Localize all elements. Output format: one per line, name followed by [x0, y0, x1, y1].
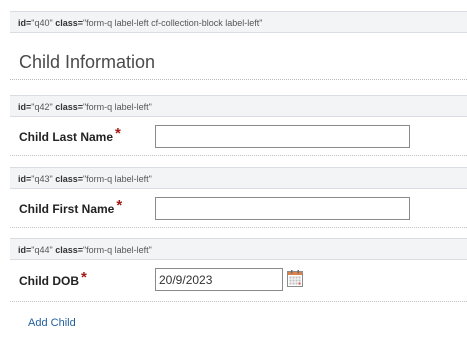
child-first-name-label-text: Child First Name: [19, 202, 115, 216]
field-debug-bar-first-name: id="q43" class="form-q label-left": [10, 167, 467, 189]
row-divider: [10, 155, 467, 156]
debug-id-key: id=: [18, 18, 32, 28]
debug-id-value: "q40": [31, 18, 53, 28]
section-title: Child Information: [19, 52, 156, 72]
child-dob-label-text: Child DOB: [19, 274, 79, 288]
child-last-name-label-text: Child Last Name: [19, 130, 114, 144]
child-dob-input[interactable]: [155, 268, 283, 291]
debug-class-value: "form-q label-left cf-collection-block l…: [82, 18, 263, 28]
debug-class-value: "form-q label-left": [82, 174, 152, 184]
child-first-name-input[interactable]: [155, 197, 410, 220]
required-marker: *: [115, 125, 121, 142]
debug-id-key: id=: [18, 245, 32, 255]
debug-class-value: "form-q label-left": [82, 102, 152, 112]
child-dob-label: Child DOB *: [19, 269, 87, 289]
calendar-icon[interactable]: [287, 270, 303, 287]
child-last-name-input[interactable]: [155, 125, 410, 148]
debug-class-key: class=: [55, 174, 83, 184]
debug-id-value: "q42": [31, 102, 53, 112]
row-divider: [10, 227, 467, 228]
debug-id-key: id=: [18, 102, 32, 112]
add-child-link[interactable]: Add Child: [28, 317, 76, 329]
collection-block-debug-bar: id="q40" class="form-q label-left cf-col…: [10, 11, 467, 33]
field-debug-bar-dob: id="q44" class="form-q label-left": [10, 238, 467, 260]
row-divider: [10, 301, 467, 302]
section-divider: [10, 79, 467, 80]
debug-id-value: "q44": [31, 245, 53, 255]
child-first-name-label: Child First Name *: [19, 197, 123, 217]
debug-id-key: id=: [18, 174, 32, 184]
debug-class-key: class=: [55, 245, 83, 255]
field-debug-bar-last-name: id="q42" class="form-q label-left": [10, 95, 467, 117]
required-marker: *: [81, 269, 87, 286]
required-marker: *: [116, 197, 123, 214]
debug-class-key: class=: [55, 18, 83, 28]
child-last-name-label: Child Last Name *: [19, 125, 121, 145]
debug-id-value: "q43": [31, 174, 53, 184]
debug-class-key: class=: [55, 102, 83, 112]
debug-class-value: "form-q label-left": [82, 245, 152, 255]
